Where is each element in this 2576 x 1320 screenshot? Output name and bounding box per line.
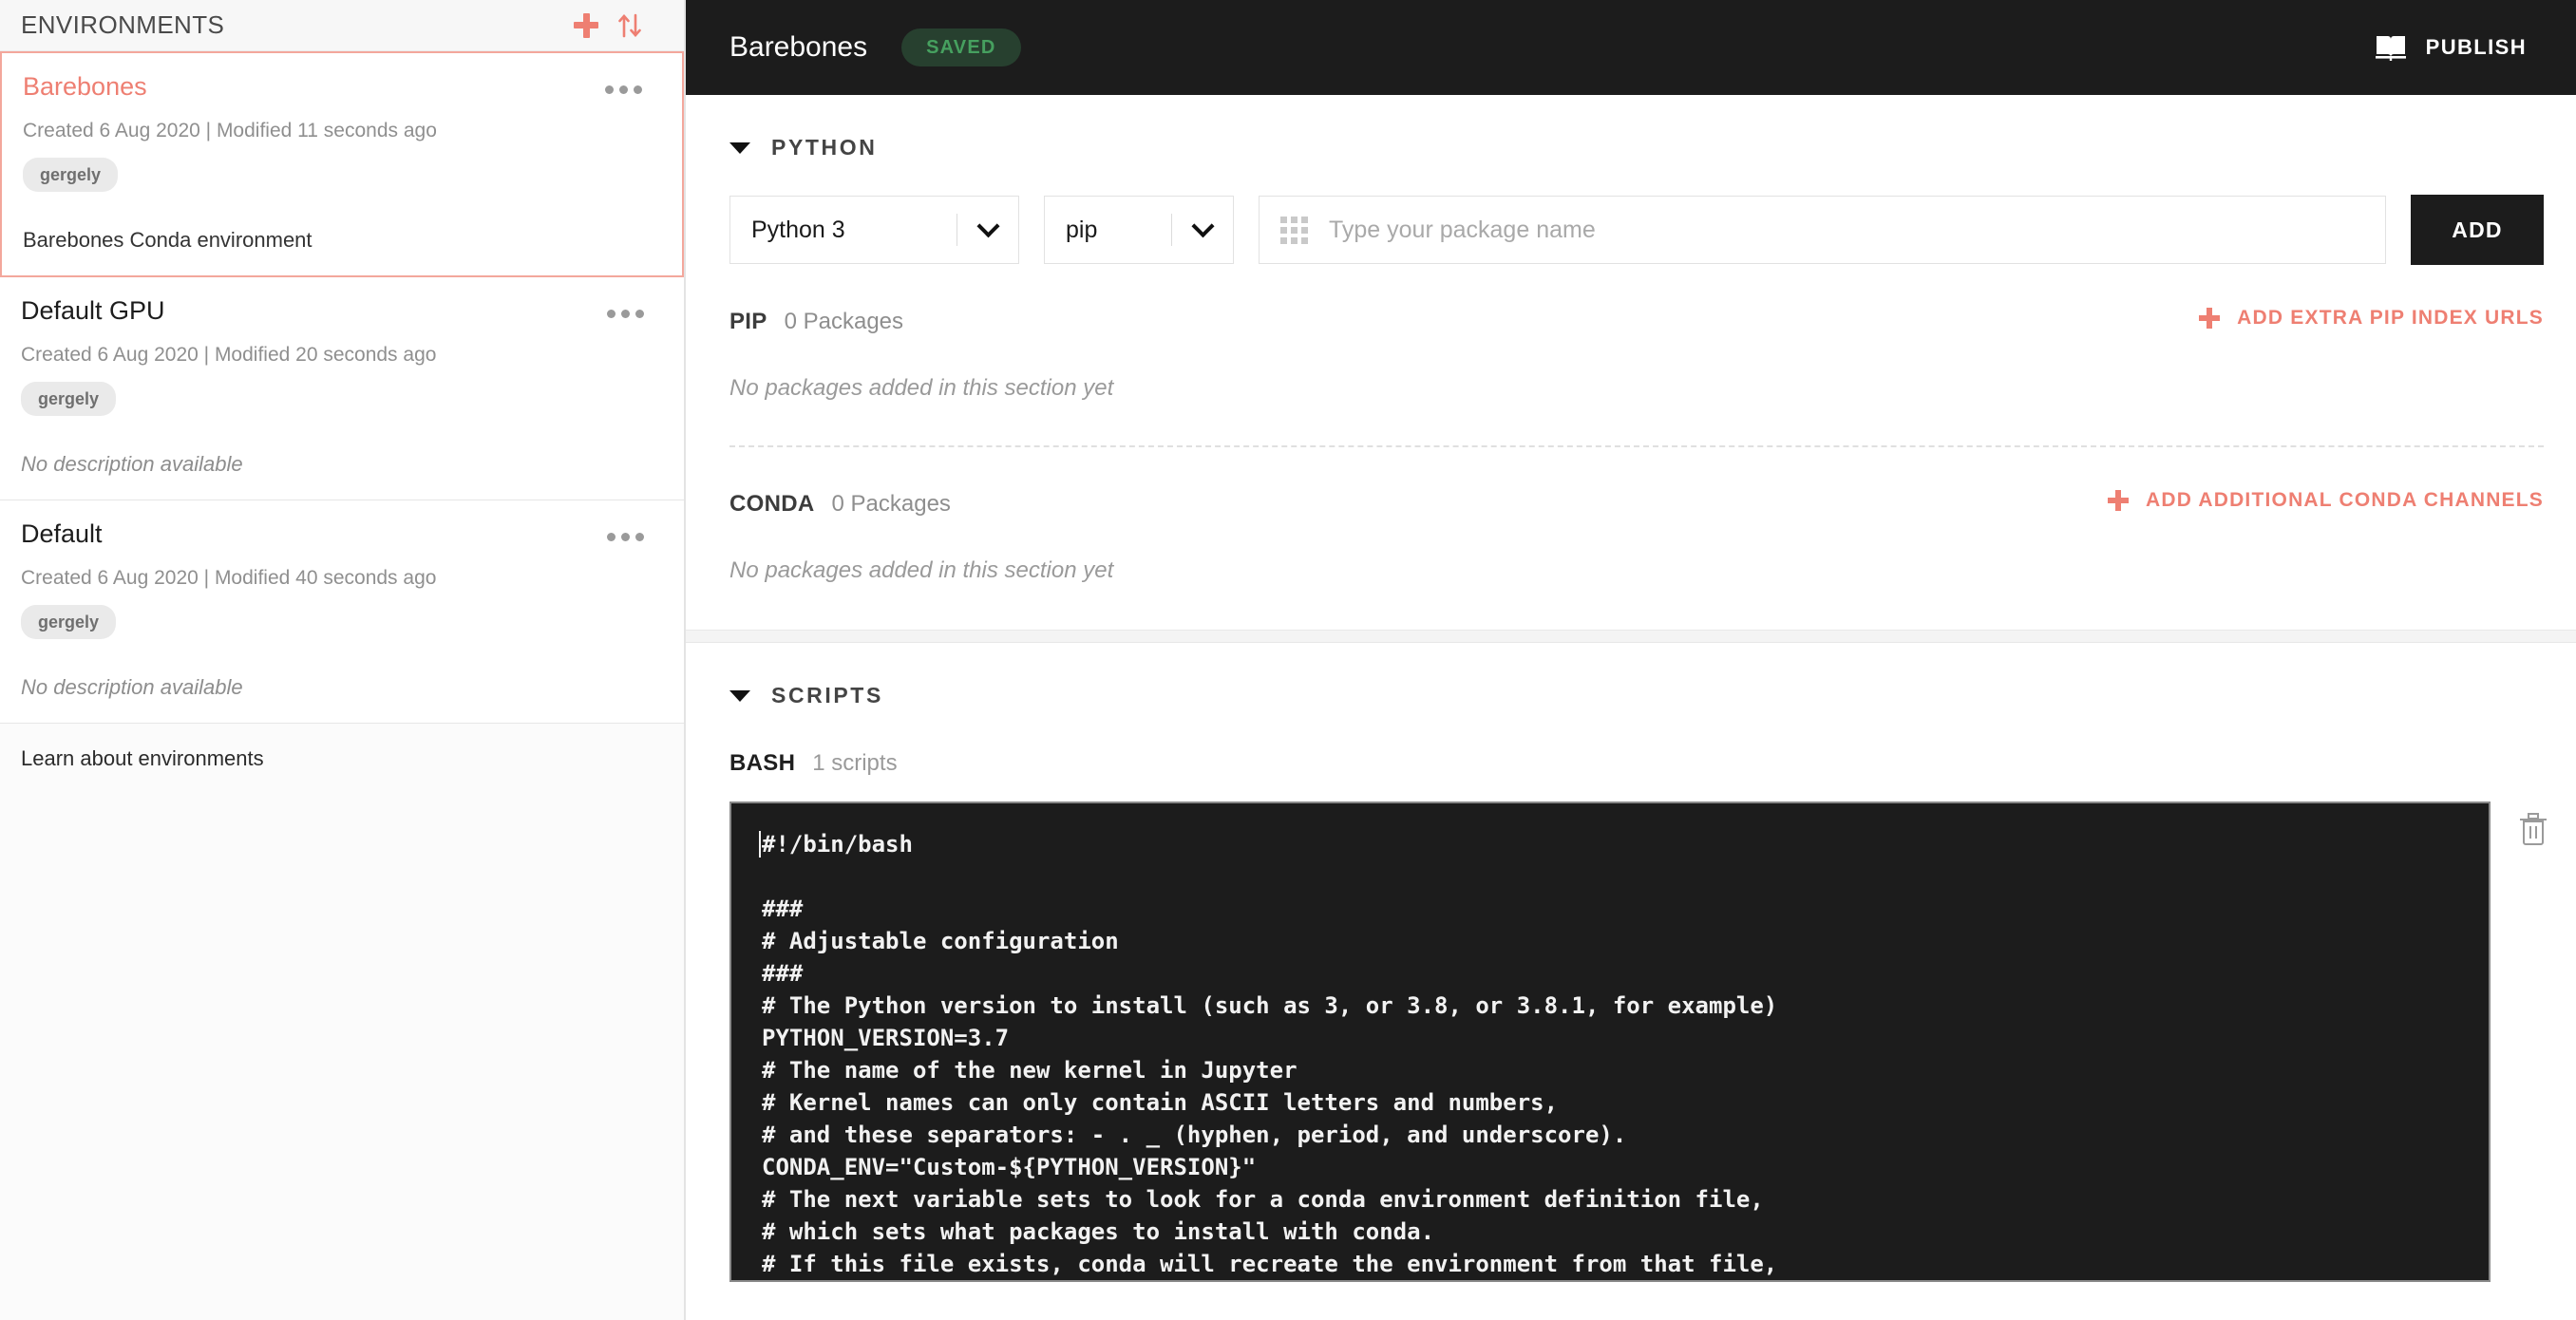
chevron-down-icon[interactable] (729, 690, 750, 702)
dot (621, 533, 630, 541)
python-version-select[interactable]: Python 3 (729, 196, 1019, 264)
app-root: ENVIRONMENTS Barebones (0, 0, 2576, 1320)
book-icon (2375, 33, 2407, 62)
plus-icon (2199, 308, 2220, 329)
sidebar-header: ENVIRONMENTS (0, 0, 684, 51)
bash-header: BASH 1 scripts (686, 708, 2576, 777)
add-extra-pip-index-urls-button[interactable]: ADD EXTRA PIP INDEX URLS (2199, 307, 2544, 330)
python-version-value: Python 3 (730, 217, 957, 244)
environment-card-default[interactable]: Default Created 6 Aug 2020 | Modified 40… (0, 500, 684, 724)
environment-description: No description available (21, 454, 652, 475)
scripts-section-header: SCRIPTS (686, 643, 2576, 708)
chevron-down-icon (957, 222, 1018, 238)
conda-label: CONDA (729, 491, 815, 518)
environment-card-default-gpu[interactable]: Default GPU Created 6 Aug 2020 | Modifie… (0, 277, 684, 500)
dot (634, 85, 642, 94)
scripts-section-title: SCRIPTS (771, 683, 883, 708)
plus-icon (2108, 490, 2129, 511)
environment-meta: Created 6 Aug 2020 | Modified 11 seconds… (23, 121, 650, 141)
environment-name: Barebones (23, 74, 650, 100)
delete-script-button[interactable] (2491, 801, 2576, 847)
add-package-button[interactable]: ADD (2411, 195, 2544, 265)
publish-label: PUBLISH (2426, 35, 2527, 60)
dot (619, 85, 628, 94)
environment-description: No description available (21, 677, 652, 698)
python-section-header: PYTHON (686, 95, 2576, 160)
sort-environments-button[interactable] (608, 4, 652, 47)
bash-script-editor[interactable]: #!/bin/bash ### # Adjustable configurati… (729, 801, 2491, 1282)
top-bar: Barebones SAVED PUBLISH (686, 0, 2576, 95)
bash-label: BASH (729, 750, 795, 777)
publish-button[interactable]: PUBLISH (2358, 20, 2544, 75)
environment-name: Default GPU (21, 298, 652, 324)
environment-options-button[interactable] (599, 525, 652, 549)
environment-card-barebones[interactable]: Barebones Created 6 Aug 2020 | Modified … (0, 51, 684, 277)
environment-options-button[interactable] (599, 302, 652, 326)
dot (621, 310, 630, 318)
package-controls-row: Python 3 pip ADD (686, 160, 2576, 265)
trash-icon (2517, 811, 2549, 847)
package-search-field[interactable] (1259, 196, 2386, 264)
environment-name: Default (21, 521, 652, 547)
sidebar-title: ENVIRONMENTS (21, 10, 564, 40)
environment-options-button[interactable] (597, 78, 650, 102)
page-title: Barebones (729, 31, 867, 64)
bash-script-count: 1 scripts (812, 750, 897, 777)
add-additional-conda-channels-button[interactable]: ADD ADDITIONAL CONDA CHANNELS (2108, 489, 2544, 512)
chevron-down-icon[interactable] (729, 142, 750, 154)
package-name-input[interactable] (1329, 217, 2385, 244)
pip-empty-message: No packages added in this section yet (729, 335, 2544, 402)
environments-sidebar: ENVIRONMENTS Barebones (0, 0, 686, 1320)
learn-about-environments-link[interactable]: Learn about environments (0, 724, 684, 771)
conda-empty-message: No packages added in this section yet (729, 518, 2544, 584)
dot (607, 310, 616, 318)
environment-meta: Created 6 Aug 2020 | Modified 40 seconds… (21, 568, 652, 588)
dot (607, 533, 616, 541)
add-environment-button[interactable] (564, 4, 608, 47)
script-editor-row: #!/bin/bash ### # Adjustable configurati… (686, 777, 2576, 1282)
environment-owner-tag: gergely (21, 382, 116, 416)
environment-owner-tag: gergely (21, 605, 116, 639)
pip-header: PIP 0 Packages ADD EXTRA PIP INDEX URLS (729, 265, 2544, 335)
conda-package-count: 0 Packages (832, 491, 951, 518)
bash-script-content: #!/bin/bash ### # Adjustable configurati… (762, 828, 2489, 1280)
chevron-down-icon (1172, 222, 1233, 238)
environment-meta: Created 6 Aug 2020 | Modified 20 seconds… (21, 345, 652, 365)
conda-header: CONDA 0 Packages ADD ADDITIONAL CONDA CH… (729, 447, 2544, 518)
dot (635, 310, 644, 318)
environment-editor-content: PYTHON Python 3 pip (686, 95, 2576, 1320)
conda-section: CONDA 0 Packages ADD ADDITIONAL CONDA CH… (686, 447, 2576, 584)
main-panel: Barebones SAVED PUBLISH PYTHON (686, 0, 2576, 1320)
plus-icon (574, 13, 598, 38)
grid-apps-icon (1280, 217, 1308, 244)
environment-owner-tag: gergely (23, 158, 118, 192)
python-section-title: PYTHON (771, 135, 877, 160)
pip-package-count: 0 Packages (785, 309, 903, 335)
package-manager-value: pip (1045, 217, 1171, 244)
environment-list: Barebones Created 6 Aug 2020 | Modified … (0, 51, 684, 1320)
add-additional-conda-channels-label: ADD ADDITIONAL CONDA CHANNELS (2146, 489, 2544, 512)
environment-description: Barebones Conda environment (23, 230, 650, 251)
status-badge: SAVED (901, 28, 1020, 66)
section-block-divider (686, 630, 2576, 643)
pip-label: PIP (729, 309, 767, 335)
sort-arrows-icon (616, 11, 644, 40)
dot (605, 85, 614, 94)
add-extra-pip-index-urls-label: ADD EXTRA PIP INDEX URLS (2237, 307, 2544, 330)
pip-section: PIP 0 Packages ADD EXTRA PIP INDEX URLS … (686, 265, 2576, 402)
dot (635, 533, 644, 541)
package-manager-select[interactable]: pip (1044, 196, 1234, 264)
